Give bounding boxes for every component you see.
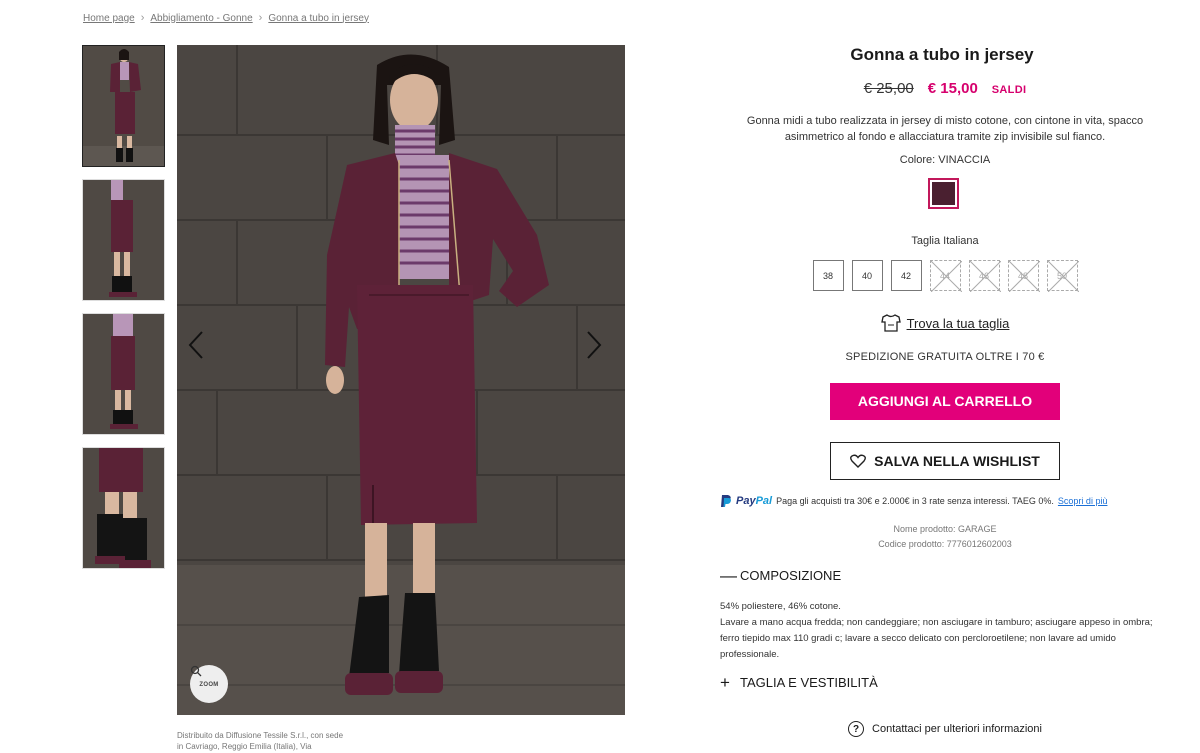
contact-link[interactable]: ? Contattaci per ulteriori informazioni [720,721,1170,737]
size-option[interactable]: 42 [890,260,922,291]
composition-title: COMPOSIZIONE [740,568,842,583]
breadcrumb-category[interactable]: Abbigliamento - Gonne [150,13,252,24]
thumbnail-side[interactable] [82,179,165,301]
product-info: Gonna a tubo in jersey € 25,00 € 15,00 S… [720,45,1170,737]
size-guide-text: Trova la tua taglia [906,315,1010,331]
wishlist-label: SALVA NELLA WISHLIST [874,453,1040,469]
tshirt-ruler-icon [880,314,901,332]
sale-price: € 15,00 [927,80,978,97]
cross-out-icon [1047,261,1079,292]
heart-icon [850,454,867,468]
thumbnail-list [82,45,165,581]
product-meta: Nome prodotto: GARAGE Codice prodotto: 7… [720,522,1170,552]
product-main-image[interactable]: ZOOM [177,45,625,715]
cross-out-icon [1008,261,1040,292]
size-value: 38 [822,270,833,281]
swatch-fill [931,182,955,205]
composition-content: 54% poliestere, 46% cotone. Lavare a man… [720,599,1170,663]
save-wishlist-button[interactable]: SALVA NELLA WISHLIST [830,442,1060,480]
product-code-line: Codice prodotto: 7776012602003 [878,539,1012,549]
price-row: € 25,00 € 15,00 SALDI [720,80,1170,97]
thumbnail-back[interactable] [82,313,165,435]
size-option-unavailable[interactable]: 46 [968,260,1001,292]
breadcrumb: Home page › Abbigliamento - Gonne › Gonn… [83,12,369,24]
distributor-note: Distribuito da Diffusione Tessile S.r.l.… [177,731,344,751]
composition-materials: 54% poliestere, 46% cotone. [720,601,841,612]
thumbnail-detail[interactable] [82,447,165,569]
composition-care: Lavare a mano acqua fredda; non candeggi… [720,617,1153,660]
sale-badge: SALDI [991,84,1027,96]
next-image-button[interactable] [585,330,615,364]
add-to-cart-button[interactable]: AGGIUNGI AL CARRELLO [830,383,1060,420]
size-option-unavailable[interactable]: 48 [1007,260,1040,292]
accordion-fit-header[interactable]: + TAGLIA E VESTIBILITÀ [720,672,1170,692]
breadcrumb-product[interactable]: Gonna a tubo in jersey [268,13,369,24]
paypal-learn-more-link[interactable]: Scopri di più [1058,496,1108,506]
product-photo [177,45,625,715]
accordion-composition-header[interactable]: — COMPOSIZIONE [720,565,1170,585]
paypal-icon [721,495,731,507]
old-price: € 25,00 [863,80,914,97]
paypal-logo: PayPal [736,495,773,507]
size-label: Taglia Italiana [911,235,979,247]
product-description: Gonna midi a tubo realizzata in jersey d… [746,115,1144,143]
chevron-right-icon: › [258,12,263,24]
chevron-right-icon: › [140,12,145,24]
size-guide-link[interactable]: Trova la tua taglia [720,314,1170,332]
paypal-text: Paga gli acquisti tra 30€ e 2.000€ in 3 … [776,496,1054,506]
zoom-button[interactable]: ZOOM [190,665,228,703]
color-label: Colore: VINACCIA [899,154,991,166]
cross-out-icon [969,261,1001,292]
paypal-banner: PayPal Paga gli acquisti tra 30€ e 2.000… [720,494,1170,508]
size-selector: 38 40 42 44 46 48 50 [720,260,1170,292]
magnifier-icon [190,665,202,677]
minus-icon: — [720,565,737,585]
product-title: Gonna a tubo in jersey [850,45,1034,64]
chevron-left-icon [188,331,203,359]
size-option[interactable]: 38 [812,260,844,291]
shipping-note: SPEDIZIONE GRATUITA OLTRE I 70 € [845,351,1045,363]
product-name-line: Nome prodotto: GARAGE [893,524,997,534]
size-option-unavailable[interactable]: 44 [929,260,962,292]
color-swatch-vinaccia[interactable] [927,178,959,209]
chevron-right-icon [587,331,602,359]
question-icon: ? [848,721,865,737]
size-value: 40 [861,270,872,281]
zoom-label: ZOOM [199,681,219,688]
color-swatch-list [716,178,1170,209]
plus-icon: + [720,672,730,692]
fit-title: TAGLIA E VESTIBILITÀ [740,675,878,690]
cross-out-icon [930,261,962,292]
breadcrumb-home[interactable]: Home page [83,13,135,24]
thumbnail-front[interactable] [82,45,165,167]
size-value: 42 [900,270,911,281]
previous-image-button[interactable] [187,330,217,364]
size-option[interactable]: 40 [851,260,883,291]
contact-text: Contattaci per ulteriori informazioni [872,723,1042,735]
size-option-unavailable[interactable]: 50 [1046,260,1079,292]
